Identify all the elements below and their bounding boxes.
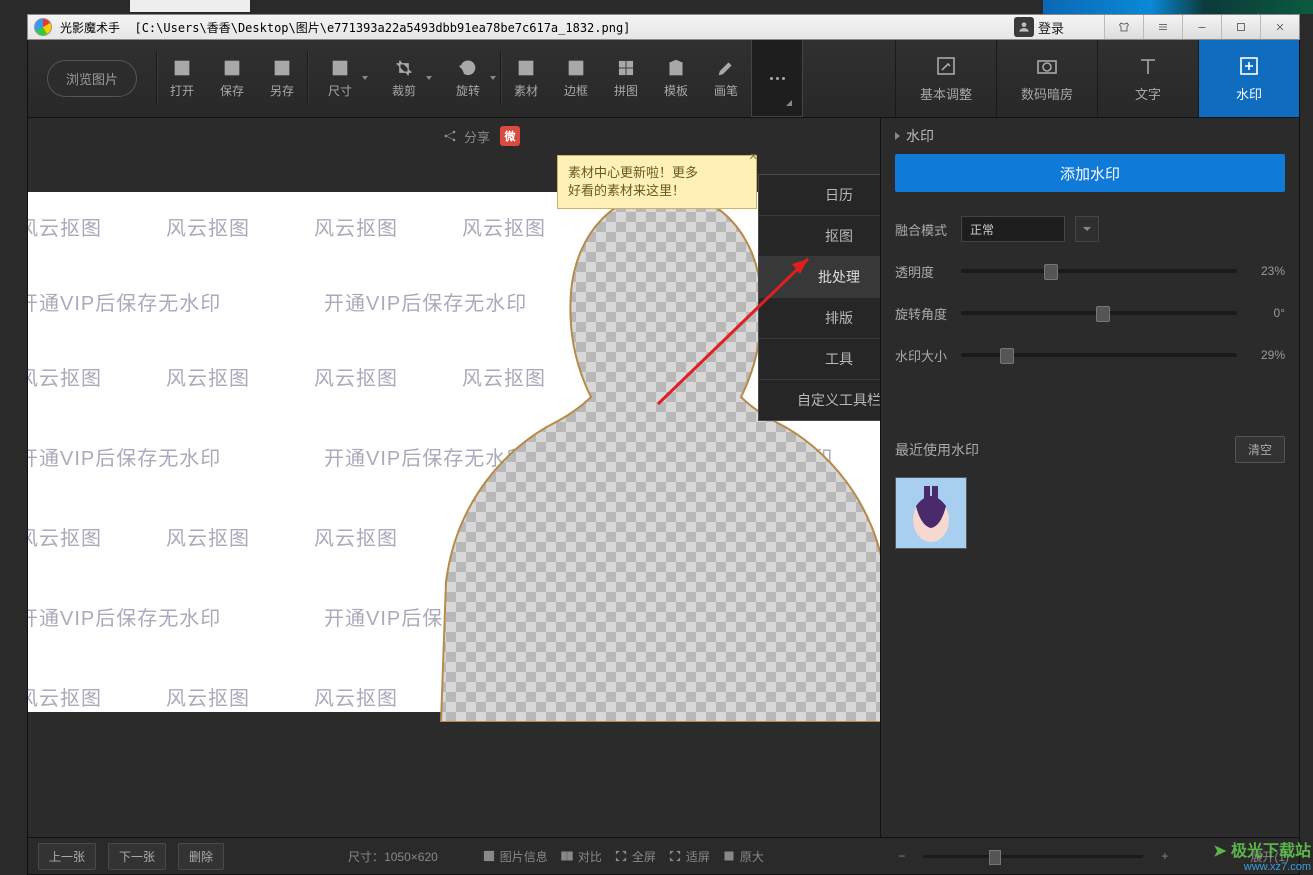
delete-button[interactable]: 删除: [178, 843, 224, 870]
clear-button[interactable]: 清空: [1235, 436, 1285, 463]
border-button[interactable]: 边框: [551, 39, 601, 117]
brush-button[interactable]: 画笔: [701, 39, 751, 117]
blend-select[interactable]: 正常: [961, 216, 1065, 242]
dropdown-batch[interactable]: 批处理: [759, 257, 880, 298]
svg-text:i: i: [488, 854, 489, 860]
skin-button[interactable]: [1104, 15, 1143, 39]
size-label: 水印大小: [895, 346, 951, 365]
dimensions: 尺寸：1050×620: [348, 848, 438, 865]
tab-watermark[interactable]: 水印: [1198, 39, 1299, 117]
canvas-area: 分享 微 风云抠图 风云抠图 风云抠图 风云抠图 风云抠图 风云抠图 开通VIP…: [28, 118, 880, 837]
right-tabs: 基本调整 数码暗房 文字 水印: [895, 39, 1299, 117]
app-window: 浏览图片 打开 保存 另存 尺寸 裁剪 旋转 素材 边框 拼图 模板 画笔 基本…: [27, 38, 1300, 875]
original-button[interactable]: 原大: [722, 848, 764, 865]
opacity-value: 23%: [1247, 264, 1285, 278]
edited-image: 风云抠图 风云抠图 风云抠图 风云抠图 风云抠图 风云抠图 开通VIP后保存无水…: [28, 192, 880, 712]
saveas-button[interactable]: 另存: [257, 39, 307, 117]
menu-button[interactable]: [1143, 15, 1182, 39]
template-button[interactable]: 模板: [651, 39, 701, 117]
blend-select-arrow[interactable]: [1075, 216, 1099, 242]
dropdown-customize[interactable]: 自定义工具栏: [759, 380, 880, 420]
rotation-value: 0°: [1247, 306, 1285, 320]
main-toolbar: 浏览图片 打开 保存 另存 尺寸 裁剪 旋转 素材 边框 拼图 模板 画笔 基本…: [28, 39, 1299, 118]
app-icon: [34, 18, 52, 36]
blend-label: 融合模式: [895, 220, 951, 239]
material-button[interactable]: 素材: [501, 39, 551, 117]
size-value: 29%: [1247, 348, 1285, 362]
rotation-slider[interactable]: [961, 311, 1237, 315]
minimize-button[interactable]: [1182, 15, 1221, 39]
share-button[interactable]: 分享: [442, 127, 490, 146]
save-button[interactable]: 保存: [207, 39, 257, 117]
rotation-label: 旋转角度: [895, 304, 951, 323]
open-button[interactable]: 打开: [157, 39, 207, 117]
user-icon: [1014, 17, 1034, 37]
more-dropdown: 日历 抠图 批处理 排版 工具 自定义工具栏: [758, 174, 880, 421]
compare-button[interactable]: 对比: [560, 848, 602, 865]
info-button[interactable]: i图片信息: [482, 848, 548, 865]
add-watermark-button[interactable]: 添加水印: [895, 154, 1285, 192]
background-fragment: [130, 0, 250, 12]
top-blue-strip: [1043, 0, 1313, 14]
dropdown-calendar[interactable]: 日历: [759, 175, 880, 216]
login-label: 登录: [1038, 18, 1064, 37]
size-slider[interactable]: [961, 353, 1237, 357]
prev-button[interactable]: 上一张: [38, 843, 96, 870]
tab-basic[interactable]: 基本调整: [895, 39, 996, 117]
tab-darkroom[interactable]: 数码暗房: [996, 39, 1097, 117]
close-button[interactable]: [1260, 15, 1299, 39]
side-panel: 水印 添加水印 融合模式 正常 透明度 23% 旋转角度 0° 水印大小 29%: [880, 118, 1299, 837]
tooltip-close[interactable]: ×: [749, 154, 758, 168]
dropdown-layout[interactable]: 排版: [759, 298, 880, 339]
recent-label: 最近使用水印: [895, 440, 979, 460]
dropdown-cutout[interactable]: 抠图: [759, 216, 880, 257]
opacity-label: 透明度: [895, 262, 951, 281]
app-title: 光影魔术手 [C:\Users\香香\Desktop\图片\e771393a22…: [60, 19, 630, 36]
fullscreen-button[interactable]: 全屏: [614, 848, 656, 865]
zoom-out[interactable]: −: [898, 849, 905, 863]
size-button[interactable]: 尺寸: [308, 39, 372, 117]
collage-button[interactable]: 拼图: [601, 39, 651, 117]
opacity-slider[interactable]: [961, 269, 1237, 273]
weibo-icon[interactable]: 微: [500, 126, 520, 146]
zoom-slider[interactable]: [923, 855, 1143, 858]
recent-thumbnail[interactable]: [895, 477, 967, 549]
status-bar: 上一张 下一张 删除 尺寸：1050×620 i图片信息 对比 全屏 适屏 原大…: [28, 837, 1299, 874]
more-button[interactable]: [751, 39, 803, 117]
image-canvas[interactable]: 风云抠图 风云抠图 风云抠图 风云抠图 风云抠图 风云抠图 开通VIP后保存无水…: [28, 154, 880, 837]
next-button[interactable]: 下一张: [108, 843, 166, 870]
dropdown-tools[interactable]: 工具: [759, 339, 880, 380]
fit-button[interactable]: 适屏: [668, 848, 710, 865]
zoom-in[interactable]: +: [1161, 849, 1168, 863]
tab-text[interactable]: 文字: [1097, 39, 1198, 117]
watermark-corner: ➤ 极光下载站 www.xz7.com: [1213, 843, 1311, 873]
crop-button[interactable]: 裁剪: [372, 39, 436, 117]
material-tooltip: × 素材中心更新啦！更多好看的素材来这里！: [557, 155, 757, 209]
login-button[interactable]: 登录: [1014, 17, 1064, 37]
browse-button[interactable]: 浏览图片: [47, 60, 137, 97]
maximize-button[interactable]: [1221, 15, 1260, 39]
titlebar: 光影魔术手 [C:\Users\香香\Desktop\图片\e771393a22…: [27, 14, 1300, 40]
rotate-button[interactable]: 旋转: [436, 39, 500, 117]
panel-title: 水印: [895, 118, 1285, 154]
